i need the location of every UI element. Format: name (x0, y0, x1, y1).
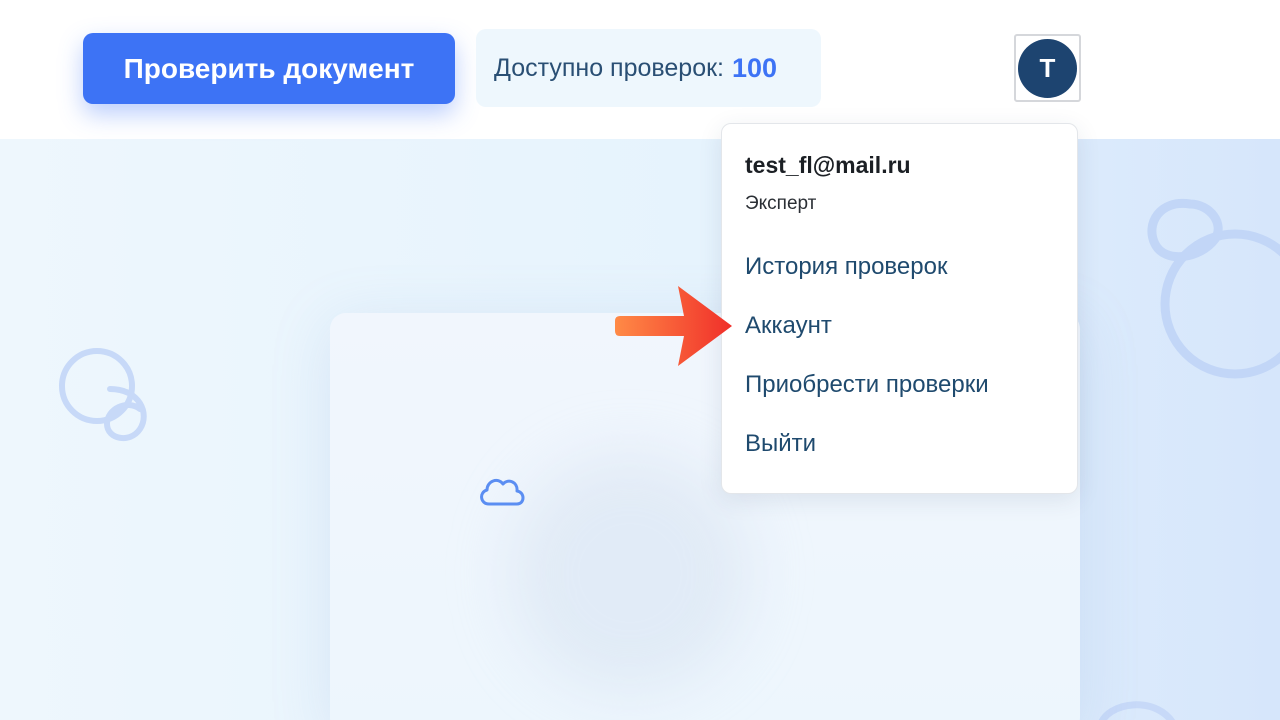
swirl-decoration-right (1147, 198, 1280, 379)
menu-item-buy-checks[interactable]: Приобрести проверки (745, 371, 989, 399)
avatar-letter: T (1039, 52, 1056, 83)
avatar: T (1018, 38, 1077, 98)
swirl-decoration-left (59, 348, 147, 441)
menu-item-account[interactable]: Аккаунт (745, 312, 832, 340)
page: Проверить документ Доступно проверок: 10… (0, 0, 1280, 720)
menu-item-logout[interactable]: Выйти (745, 430, 816, 458)
page-background (0, 139, 1280, 720)
user-email: test_fl@mail.ru (745, 152, 911, 178)
credits-count: 100 (731, 52, 778, 83)
cloud-icon (480, 478, 525, 506)
card-glow (510, 453, 750, 693)
user-role: Эксперт (745, 193, 817, 214)
user-menu-button[interactable]: T (1014, 34, 1081, 102)
menu-item-history[interactable]: История проверок (745, 253, 947, 281)
header: Проверить документ Доступно проверок: 10… (0, 0, 1280, 139)
arrow-pointer-icon (615, 286, 732, 366)
circle-decoration-bottom (1098, 701, 1175, 720)
user-dropdown-menu: test_fl@mail.ru Эксперт История проверок… (721, 123, 1078, 494)
check-document-button[interactable]: Проверить документ (83, 33, 455, 104)
credits-label: Доступно проверок: (494, 53, 724, 82)
credits-badge: Доступно проверок: 100 (476, 29, 821, 107)
